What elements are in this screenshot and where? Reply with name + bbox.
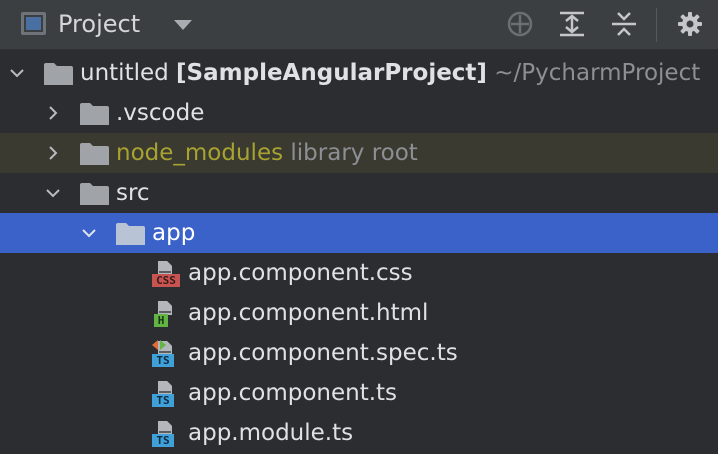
tree-item-root[interactable]: untitled [SampleAngularProject] ~/Pychar… <box>0 53 718 93</box>
folder-icon <box>80 103 109 125</box>
tool-window-title[interactable]: Project <box>58 10 140 38</box>
file-name: app.component.html <box>188 300 429 326</box>
tree-item-file[interactable]: H app.component.html <box>0 293 718 333</box>
tool-window-header: Project <box>0 0 718 50</box>
html-file-icon: H <box>152 299 180 327</box>
project-tool-window: Project untitled [SampleAngularProject] … <box>0 0 718 454</box>
gear-icon[interactable] <box>676 10 704 38</box>
folder-icon <box>80 143 109 165</box>
expand-all-icon[interactable] <box>558 10 586 38</box>
library-root-note: library root <box>290 140 418 166</box>
tree-item-file[interactable]: TS app.component.ts <box>0 373 718 413</box>
file-name: app.component.spec.ts <box>188 340 458 366</box>
tree-item-src[interactable]: src <box>0 173 718 213</box>
folder-icon <box>44 63 73 85</box>
folder-icon <box>80 183 109 205</box>
tree-item-label: app <box>152 220 196 246</box>
tree-item-node-modules[interactable]: node_modules library root <box>0 133 718 173</box>
collapse-all-icon[interactable] <box>610 10 638 38</box>
file-name: app.component.css <box>188 260 413 286</box>
tree-item-vscode[interactable]: .vscode <box>0 93 718 133</box>
dropdown-arrow-icon[interactable] <box>174 20 192 30</box>
tree-item-file[interactable]: TS app.module.ts <box>0 413 718 453</box>
chevron-right-icon[interactable] <box>45 145 61 161</box>
tree-item-file[interactable]: CSS app.component.css <box>0 253 718 293</box>
folder-icon <box>116 223 145 245</box>
root-folder-name: untitled <box>80 60 169 86</box>
test-file-icon: TS <box>152 339 180 367</box>
typescript-file-icon: TS <box>152 379 180 407</box>
typescript-file-icon: TS <box>152 419 180 447</box>
root-module-name: [SampleAngularProject] <box>176 60 487 86</box>
root-path: ~/PycharmProject <box>494 60 701 86</box>
locate-icon[interactable] <box>506 10 534 38</box>
project-icon <box>21 12 46 35</box>
tree-item-app[interactable]: app <box>0 213 718 253</box>
css-file-icon: CSS <box>152 259 180 287</box>
tree-item-label: src <box>116 180 150 206</box>
file-name: app.module.ts <box>188 420 354 446</box>
chevron-right-icon[interactable] <box>45 105 61 121</box>
chevron-down-icon[interactable] <box>81 225 97 241</box>
chevron-down-icon[interactable] <box>45 185 61 201</box>
tree-item-label: .vscode <box>116 100 205 126</box>
chevron-down-icon[interactable] <box>9 65 25 81</box>
tree-item-label: node_modules <box>116 140 284 166</box>
header-divider <box>656 8 657 42</box>
file-name: app.component.ts <box>188 380 398 406</box>
tree-item-file[interactable]: TS app.component.spec.ts <box>0 333 718 373</box>
